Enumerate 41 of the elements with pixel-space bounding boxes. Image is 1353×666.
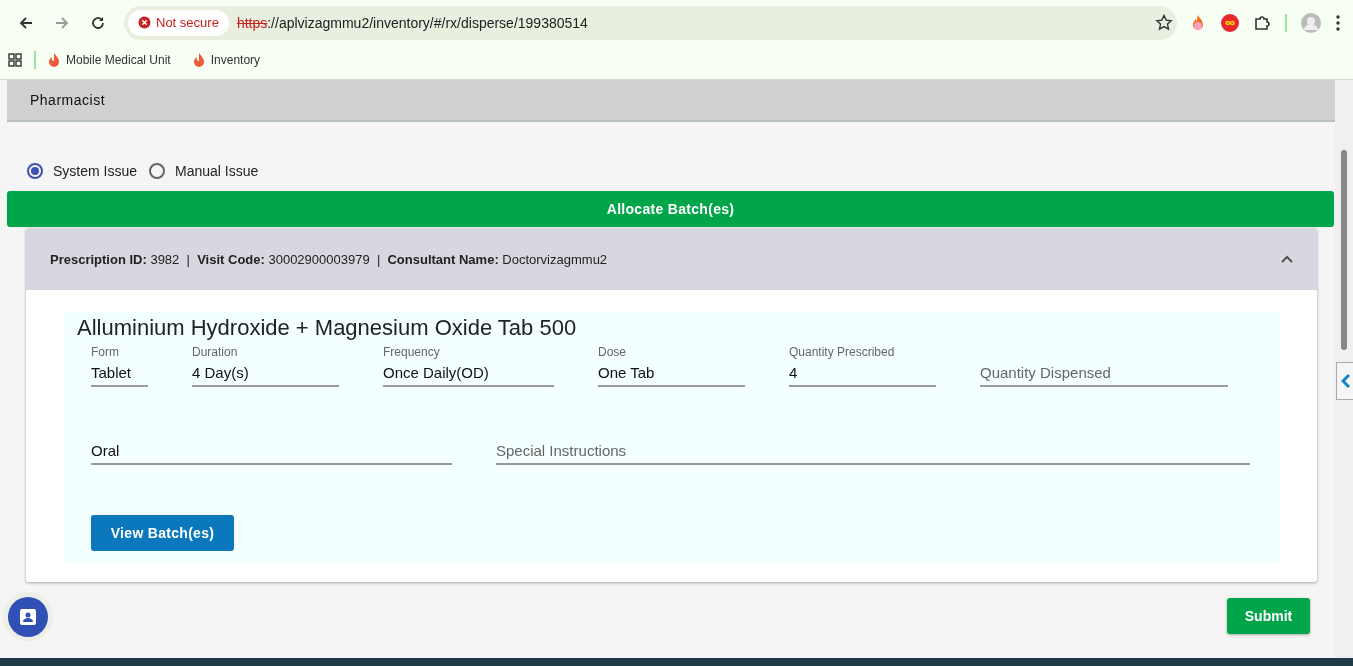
prescription-summary: Prescription ID: 3982 | Visit Code: 30002900003979 | Consultant Name: Doctorvizagmmu2 bbox=[50, 251, 608, 267]
contact-card-icon bbox=[19, 608, 37, 626]
radio-label[interactable]: System Issue bbox=[53, 163, 138, 179]
input-field[interactable]: Special Instructions bbox=[496, 437, 1250, 465]
chevron-up-icon[interactable] bbox=[1281, 255, 1293, 263]
input-field[interactable]: Quantity Dispensed bbox=[980, 359, 1228, 387]
puzzle-icon[interactable] bbox=[1253, 13, 1271, 32]
scrollbar-thumb[interactable] bbox=[1341, 150, 1347, 350]
field-label: Duration bbox=[192, 345, 239, 359]
input-field[interactable]: Oral bbox=[91, 437, 452, 465]
back-icon[interactable] bbox=[18, 14, 34, 31]
reload-icon[interactable] bbox=[90, 14, 106, 31]
input-field[interactable]: Tablet bbox=[91, 359, 148, 387]
card-header[interactable]: Prescription ID: 3982 | Visit Code: 30002900003979 | Consultant Name: Doctorvizagmmu2 bbox=[26, 228, 1317, 290]
menu-icon[interactable] bbox=[1335, 13, 1341, 32]
star-icon[interactable] bbox=[1155, 13, 1173, 32]
warning-icon bbox=[138, 16, 151, 29]
page-header: Pharmacist bbox=[7, 80, 1335, 122]
url-text: https://aplvizagmmu2/inventory/#/rx/disperse/199380514 bbox=[236, 14, 589, 31]
input-field[interactable]: Once Daily(OD) bbox=[383, 359, 554, 387]
apps-icon[interactable] bbox=[8, 53, 22, 67]
bookmark[interactable]: Mobile Medical Unit bbox=[48, 52, 171, 68]
security-chip[interactable]: Not secure bbox=[128, 9, 229, 36]
chevron-left-icon bbox=[1340, 374, 1351, 388]
drug-name: Alluminium Hydroxide + Magnesium Oxide Tab 500 bbox=[77, 314, 577, 341]
input-field[interactable]: 4 Day(s) bbox=[192, 359, 339, 387]
view-batches-button[interactable]: View Batch(es) bbox=[91, 515, 234, 551]
field-label: Quantity Prescribed bbox=[789, 345, 896, 359]
field-label: Form bbox=[91, 345, 120, 359]
side-tab[interactable] bbox=[1336, 362, 1353, 400]
forward-icon[interactable] bbox=[54, 14, 70, 31]
address-bar[interactable]: Not secure https://aplvizagmmu2/inventory/#/rx/disperse/199380514 bbox=[124, 5, 1177, 40]
field-label: Dose bbox=[598, 345, 627, 359]
input-field[interactable]: 4 bbox=[789, 359, 936, 387]
infinity-icon[interactable] bbox=[1221, 13, 1239, 32]
field-label: Frequency bbox=[383, 345, 441, 359]
radio-button[interactable] bbox=[149, 163, 166, 179]
bookmark[interactable]: Inventory bbox=[192, 52, 261, 68]
radio-button[interactable] bbox=[27, 163, 43, 179]
radio-label[interactable]: Manual Issue bbox=[175, 163, 259, 179]
input-field[interactable]: One Tab bbox=[598, 359, 745, 387]
